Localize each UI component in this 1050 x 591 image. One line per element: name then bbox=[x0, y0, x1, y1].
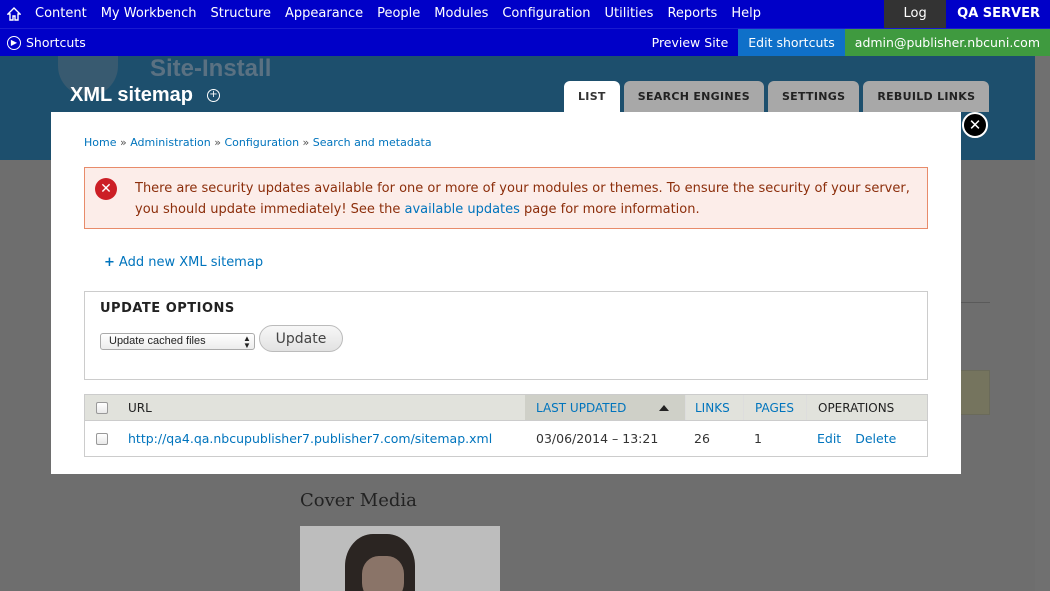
sort-ascending-icon bbox=[659, 405, 669, 411]
header-operations: OPERATIONS bbox=[806, 395, 927, 420]
update-options-legend: UPDATE OPTIONS bbox=[100, 301, 235, 316]
available-updates-link[interactable]: available updates bbox=[405, 202, 520, 217]
scrollbar[interactable] bbox=[1035, 56, 1050, 591]
select-value: Update cached files bbox=[109, 335, 206, 347]
update-options-fieldset: UPDATE OPTIONS Update cached files ▲ ▼ Up… bbox=[84, 291, 928, 380]
update-options-select[interactable]: Update cached files ▲ ▼ bbox=[100, 333, 255, 350]
delete-link[interactable]: Delete bbox=[855, 431, 896, 446]
edit-shortcuts-link[interactable]: Edit shortcuts bbox=[738, 29, 845, 56]
tab-search-engines[interactable]: SEARCH ENGINES bbox=[623, 81, 764, 112]
update-button[interactable]: Update bbox=[259, 325, 343, 352]
tab-list[interactable]: LIST bbox=[564, 81, 620, 112]
breadcrumb-home[interactable]: Home bbox=[84, 136, 116, 149]
security-alert: ✕ There are security updates available f… bbox=[84, 167, 928, 229]
site-name: Site-Install bbox=[150, 55, 272, 82]
table-header: URL LAST UPDATED LINKS PAGES OPERATIONS bbox=[85, 395, 927, 421]
row-checkbox[interactable] bbox=[95, 432, 108, 445]
page-title: XML sitemap bbox=[70, 84, 193, 106]
breadcrumb-search-metadata[interactable]: Search and metadata bbox=[313, 136, 432, 149]
breadcrumb-configuration[interactable]: Configuration bbox=[224, 136, 299, 149]
add-shortcut-icon[interactable]: + bbox=[207, 89, 220, 102]
alert-message: There are security updates available for… bbox=[135, 181, 910, 217]
tab-rebuild-links[interactable]: REBUILD LINKS bbox=[863, 81, 990, 112]
server-label: QA SERVER bbox=[947, 0, 1050, 28]
admin-toolbar: Content My Workbench Structure Appearanc… bbox=[0, 0, 1050, 49]
sitemap-url-link[interactable]: http://qa4.qa.nbcupublisher7.publisher7.… bbox=[128, 431, 492, 446]
plus-icon: + bbox=[104, 255, 115, 270]
background-panel bbox=[960, 370, 990, 415]
select-arrows-icon: ▲ ▼ bbox=[243, 334, 251, 350]
cover-media-image bbox=[300, 526, 500, 591]
shortcuts-bar: ▶ Shortcuts Preview Site Edit shortcuts … bbox=[0, 28, 1050, 56]
menu-reports[interactable]: Reports bbox=[660, 0, 724, 28]
close-icon[interactable]: ✕ bbox=[962, 112, 988, 138]
shortcuts-label: Shortcuts bbox=[26, 35, 86, 50]
divider bbox=[960, 302, 990, 303]
add-sitemap-label: Add new XML sitemap bbox=[118, 255, 264, 270]
menu-people[interactable]: People bbox=[370, 0, 427, 28]
error-icon: ✕ bbox=[95, 178, 117, 200]
menu-structure[interactable]: Structure bbox=[204, 0, 278, 28]
header-url: URL bbox=[128, 400, 152, 415]
edit-link[interactable]: Edit bbox=[817, 431, 841, 446]
admin-menu: Content My Workbench Structure Appearanc… bbox=[28, 0, 768, 28]
menu-appearance[interactable]: Appearance bbox=[278, 0, 370, 28]
cell-pages: 1 bbox=[754, 431, 762, 446]
logout-link[interactable]: Log out bbox=[884, 0, 947, 49]
menu-content[interactable]: Content bbox=[28, 0, 94, 28]
tab-settings[interactable]: SETTINGS bbox=[767, 81, 860, 112]
chevron-right-icon: ▶ bbox=[7, 35, 21, 50]
header-pages[interactable]: PAGES bbox=[743, 395, 806, 420]
menu-my-workbench[interactable]: My Workbench bbox=[94, 0, 204, 28]
header-last-updated[interactable]: LAST UPDATED bbox=[525, 395, 685, 420]
add-sitemap-link[interactable]: + Add new XML sitemap bbox=[104, 255, 263, 270]
shortcuts-toggle[interactable]: ▶ Shortcuts bbox=[0, 35, 86, 50]
breadcrumb-administration[interactable]: Administration bbox=[130, 136, 211, 149]
overlay-dialog: Home » Administration » Configuration » … bbox=[51, 112, 961, 474]
table-row: http://qa4.qa.nbcupublisher7.publisher7.… bbox=[85, 421, 927, 456]
primary-tabs: LIST SEARCH ENGINES SETTINGS REBUILD LIN… bbox=[564, 81, 990, 112]
preview-site-link[interactable]: Preview Site bbox=[642, 29, 739, 56]
menu-help[interactable]: Help bbox=[724, 0, 768, 28]
home-icon[interactable] bbox=[0, 0, 28, 28]
menu-modules[interactable]: Modules bbox=[427, 0, 495, 28]
select-all-checkbox[interactable] bbox=[95, 401, 108, 414]
sitemap-table: URL LAST UPDATED LINKS PAGES OPERATIONS … bbox=[84, 394, 928, 457]
breadcrumb: Home » Administration » Configuration » … bbox=[84, 136, 432, 149]
header-links[interactable]: LINKS bbox=[685, 395, 743, 420]
menu-configuration[interactable]: Configuration bbox=[495, 0, 597, 28]
user-account-link[interactable]: admin@publisher.nbcuni.com bbox=[844, 29, 1050, 56]
cell-last-updated: 03/06/2014 – 13:21 bbox=[536, 431, 659, 446]
cell-links: 26 bbox=[694, 431, 710, 446]
cover-media-heading: Cover Media bbox=[300, 490, 417, 511]
menu-utilities[interactable]: Utilities bbox=[598, 0, 661, 28]
